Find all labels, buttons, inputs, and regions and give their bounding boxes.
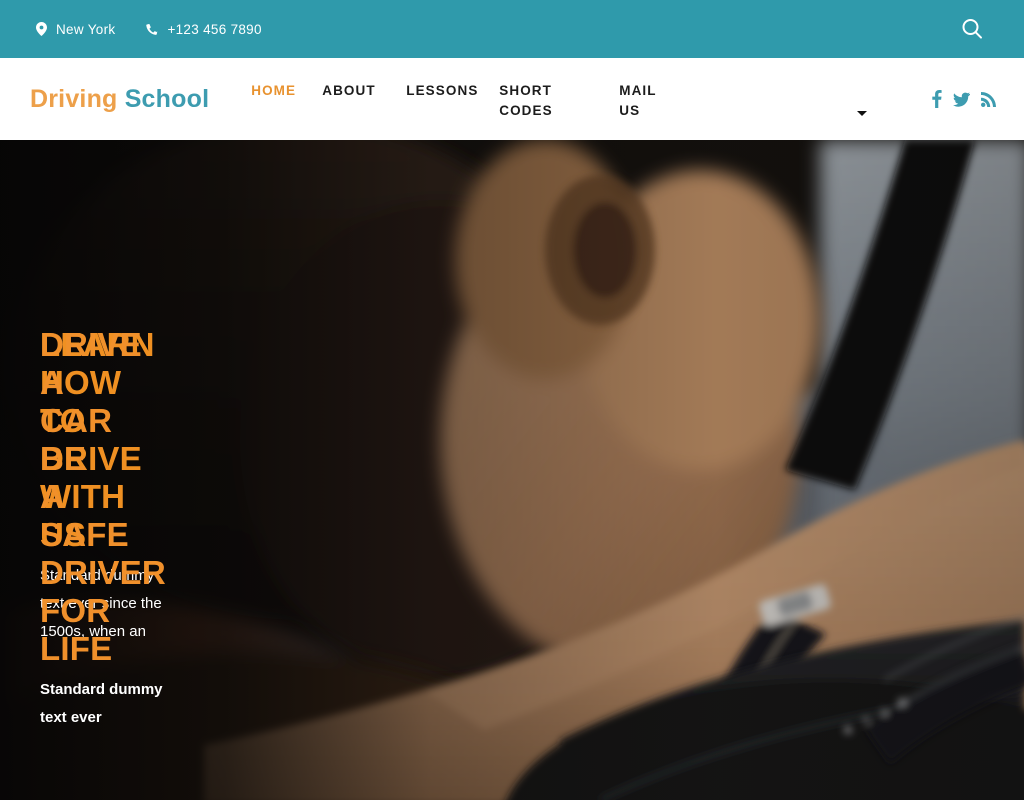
top-bar: New York +123 456 7890: [0, 0, 1024, 58]
hero-heading-line: SAFE: [40, 516, 129, 553]
nav-item-home-label: HOME: [251, 83, 297, 98]
hero-heading-line: CAR: [40, 402, 113, 439]
nav-item-home[interactable]: HOME: [251, 81, 322, 101]
rss-icon[interactable]: [981, 91, 996, 107]
top-bar-actions: [960, 17, 984, 41]
nav-item-mail-us-label-line2: US: [619, 103, 641, 118]
hero-heading-line: DRIVE: [40, 326, 142, 363]
nav-item-mail-us[interactable]: MAIL US: [619, 81, 659, 121]
map-pin-icon: [36, 22, 47, 36]
chevron-down-icon[interactable]: [857, 111, 868, 116]
hero-heading-line: LIFE: [40, 630, 113, 667]
phone-icon: [145, 23, 158, 36]
logo-text-secondary: School: [124, 84, 210, 113]
search-icon[interactable]: [960, 17, 984, 41]
nav-item-short-codes[interactable]: SHORT CODES: [499, 81, 619, 121]
hero-heading-line: FOR: [40, 592, 111, 629]
phone-item[interactable]: +123 456 7890: [145, 21, 262, 37]
nav-item-about[interactable]: ABOUT: [322, 81, 406, 101]
phone-label: +123 456 7890: [167, 21, 262, 37]
hero-heading-line: A: [40, 364, 65, 401]
hero-body-slide-2: Standard dummy text ever: [40, 681, 163, 726]
twitter-icon[interactable]: [953, 92, 970, 107]
hero-heading-line: BE: [40, 440, 87, 477]
nav-item-short-codes-label-line2: CODES: [499, 103, 553, 118]
location-item[interactable]: New York: [36, 22, 115, 37]
hero-heading-slide-2: DRIVE A CAR BE A SAFE DRIVER FOR LIFE: [40, 326, 172, 668]
logo-text-primary: Driving: [30, 84, 118, 113]
top-bar-contact-group: New York +123 456 7890: [36, 22, 292, 37]
hero-slider: LEARN HOW TO DRIVE WITH US Standard dumm…: [0, 140, 1024, 800]
nav-item-lessons[interactable]: LESSONS: [406, 81, 499, 101]
nav-item-short-codes-label-line1: SHORT: [499, 83, 552, 98]
location-label: New York: [56, 21, 116, 37]
nav-item-lessons-label: LESSONS: [406, 83, 479, 98]
nav-item-mail-us-label-line1: MAIL: [619, 83, 657, 98]
hero-heading-line: A: [40, 478, 65, 515]
facebook-icon[interactable]: [931, 90, 942, 108]
site-logo[interactable]: Driving School: [30, 85, 209, 114]
main-navigation-bar: Driving School HOME ABOUT LESSONS SHORT …: [0, 58, 1024, 140]
social-links: [931, 90, 996, 108]
nav-item-about-label: ABOUT: [322, 83, 376, 98]
hero-heading-line: DRIVER: [40, 554, 166, 591]
nav-menu: HOME ABOUT LESSONS SHORT CODES MAIL US: [251, 77, 868, 121]
hero-caption-slide-2: DRIVE A CAR BE A SAFE DRIVER FOR LIFE St…: [40, 326, 172, 732]
